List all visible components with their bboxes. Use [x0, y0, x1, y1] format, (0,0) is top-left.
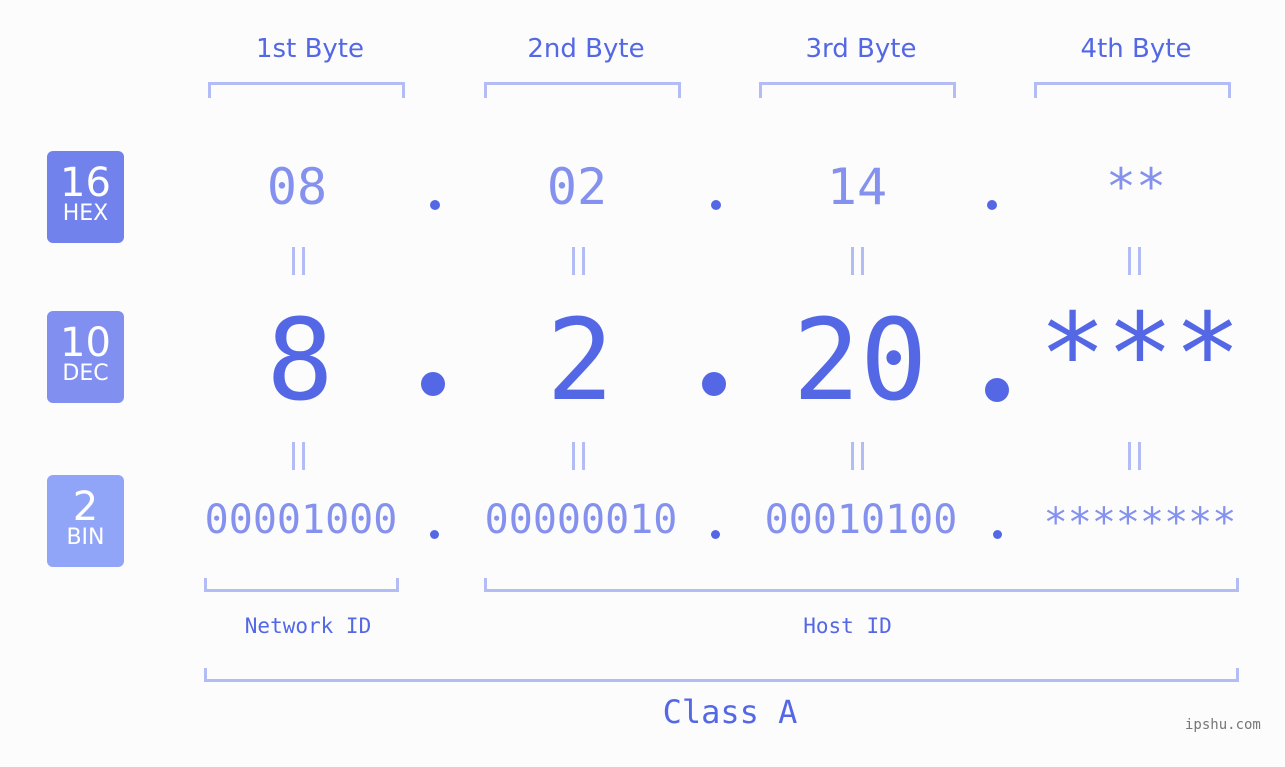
dec-separator-dot [702, 372, 726, 396]
dec-separator-dot [421, 372, 445, 396]
equals-icon [290, 442, 310, 470]
bin-byte-3: 00010100 [764, 497, 958, 543]
bin-badge-label: BIN [66, 525, 105, 550]
equals-icon [849, 247, 869, 275]
equals-icon [1126, 442, 1146, 470]
hex-badge-label: HEX [62, 201, 109, 226]
bin-separator-dot [993, 530, 1002, 539]
equals-icon [1126, 247, 1146, 275]
hex-byte-2: 02 [546, 158, 608, 216]
hex-separator-dot [430, 200, 440, 210]
byte-bracket-3 [759, 82, 956, 98]
network-id-bracket [204, 578, 399, 592]
hex-byte-1: 08 [266, 158, 328, 216]
network-id-label: Network ID [244, 614, 372, 638]
dec-byte-3: 20 [792, 296, 928, 426]
bin-badge-number: 2 [72, 484, 99, 530]
dec-byte-1: 8 [266, 296, 334, 426]
equals-icon [849, 442, 869, 470]
bin-separator-dot [711, 530, 720, 539]
hex-badge: 16 HEX [47, 151, 124, 243]
bin-separator-dot [430, 530, 439, 539]
byte-header-3: 3rd Byte [805, 34, 917, 64]
byte-bracket-1 [208, 82, 405, 98]
byte-header-2: 2nd Byte [527, 34, 645, 64]
byte-header-4: 4th Byte [1080, 34, 1192, 64]
byte-bracket-2 [484, 82, 681, 98]
dec-byte-4: *** [1038, 290, 1242, 420]
hex-separator-dot [711, 200, 721, 210]
hex-badge-number: 16 [60, 160, 111, 206]
host-id-bracket [484, 578, 1239, 592]
class-label: Class A [662, 693, 798, 731]
equals-icon [570, 247, 590, 275]
dec-badge-label: DEC [62, 361, 109, 386]
hex-byte-3: 14 [826, 158, 888, 216]
equals-icon [290, 247, 310, 275]
bin-byte-4: ******** [1043, 500, 1237, 546]
host-id-label: Host ID [803, 614, 892, 638]
bin-byte-1: 00001000 [204, 497, 398, 543]
dec-badge-number: 10 [60, 320, 111, 366]
dec-byte-2: 2 [546, 296, 614, 426]
byte-bracket-4 [1034, 82, 1231, 98]
hex-separator-dot [987, 200, 997, 210]
equals-icon [570, 442, 590, 470]
bin-badge: 2 BIN [47, 475, 124, 567]
byte-header-1: 1st Byte [256, 34, 364, 64]
class-bracket [204, 668, 1239, 682]
bin-byte-2: 00000010 [484, 497, 678, 543]
hex-byte-4: ** [1105, 158, 1167, 216]
watermark: ipshu.com [1185, 717, 1261, 733]
dec-separator-dot [985, 378, 1009, 402]
dec-badge: 10 DEC [47, 311, 124, 403]
